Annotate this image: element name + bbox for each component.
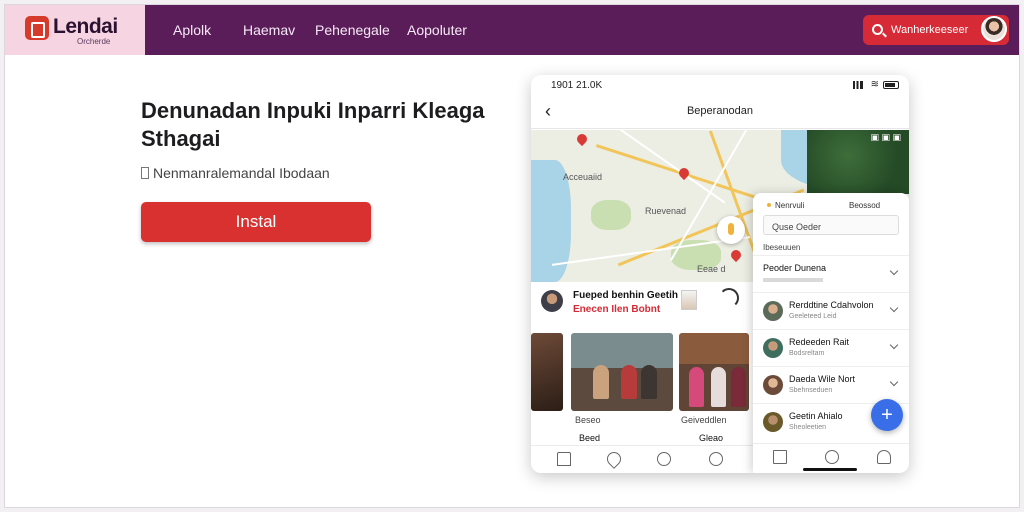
panel-section-label: Ibeseuuen — [763, 243, 801, 252]
panel-item-name: Daeda Wile Nort — [789, 374, 856, 384]
list-icon[interactable] — [773, 450, 787, 464]
hero-title: Denunadan Inpuki Inparri Kleaga Sthagai — [141, 98, 485, 151]
photo-tile[interactable] — [571, 333, 673, 411]
photo-person — [711, 367, 726, 407]
panel-item-meta: Sheoleetien — [789, 424, 826, 431]
photo-person — [689, 367, 704, 407]
brand-logo[interactable]: Lendai Orcherde — [5, 5, 145, 55]
home-indicator — [803, 468, 857, 471]
photo-tile[interactable] — [679, 333, 749, 411]
panel-list-item[interactable]: Redeeden Rait Bodsreltam — [753, 329, 909, 366]
photo-person — [731, 367, 746, 407]
panel-list-item[interactable]: Daeda Wile Nort Sbehnseduen — [753, 366, 909, 403]
app-header-title: Beperanodan — [686, 105, 754, 117]
map-locate-button[interactable] — [717, 216, 745, 244]
photo-caption: Beseo — [575, 415, 601, 425]
panel-search-input[interactable] — [763, 215, 899, 235]
location-icon[interactable] — [604, 449, 624, 469]
add-place-button[interactable]: + — [871, 399, 903, 431]
feed-row-preview: Beed Gleao — [539, 433, 749, 445]
panel-header-left[interactable]: Nenrvuli — [767, 201, 804, 210]
post-author: Fueped benhin Geetih — [573, 290, 679, 301]
brand-subtitle: Orcherde — [77, 37, 111, 46]
map-park — [591, 200, 631, 230]
hero-subtitle: Nenmanralemandal Ibodaan — [141, 165, 330, 181]
panel-item-name: Peoder Dunena — [763, 263, 827, 273]
post-card[interactable]: Fueped benhin Geetih Enecen Ilen Bobnt — [531, 282, 751, 332]
post-link[interactable]: Enecen Ilen Bobnt — [573, 304, 660, 315]
panel-item-meta — [763, 278, 823, 282]
feed-row-label: Gleao — [699, 433, 724, 443]
user-avatar[interactable] — [981, 16, 1007, 42]
map-tools-icon[interactable]: ▣ ▣ ▣ — [870, 132, 901, 143]
refresh-icon[interactable] — [719, 288, 739, 308]
logo-mark-icon — [25, 16, 49, 40]
panel-item-avatar — [763, 301, 783, 321]
nav-link-3[interactable]: Pehenegale — [315, 22, 390, 38]
install-button[interactable]: Instal — [141, 202, 371, 242]
wifi-icon: ≋ — [870, 79, 879, 90]
chevron-down-icon[interactable] — [889, 303, 899, 313]
map-pin-icon[interactable] — [574, 131, 590, 147]
chevron-down-icon[interactable] — [889, 377, 899, 387]
hero-subtitle-text: Nenmanralemandal Ibodaan — [153, 165, 330, 181]
panel-item-name: Rerddtine Cdahvolon — [789, 300, 874, 310]
photo-person — [621, 365, 637, 399]
map-label: Acceuaiid — [563, 172, 603, 182]
status-time: 1901 21.0K — [551, 80, 603, 91]
search-icon — [872, 24, 883, 35]
nav-link-4[interactable]: Aopoluter — [407, 22, 467, 38]
panel-bottom-nav — [753, 443, 909, 473]
top-navigation-bar: Lendai Orcherde Aplolk Haemav Pehenegale… — [5, 5, 1019, 55]
nav-link-1[interactable]: Aplolk — [173, 22, 211, 38]
map-label: Eeae d — [697, 264, 726, 274]
panel-list-item[interactable]: Rerddtine Cdahvolon Geeleteed Leid — [753, 292, 909, 329]
panel-item-avatar — [763, 338, 783, 358]
panel-item-avatar — [763, 375, 783, 395]
battery-icon — [883, 81, 899, 89]
panel-item-name: Redeeden Rait — [789, 337, 850, 347]
phone-status-bar: 1901 21.0K ≋ — [531, 75, 909, 95]
clock-icon[interactable] — [709, 452, 723, 466]
panel-item-meta: Bodsreltam — [789, 350, 825, 357]
panel-item-avatar — [763, 412, 783, 432]
panel-item-meta: Sbehnseduen — [789, 387, 833, 394]
profile-icon[interactable] — [657, 452, 671, 466]
photo-person — [641, 365, 657, 399]
panel-item-name: Geetin Ahialo — [789, 411, 843, 421]
play-icon[interactable] — [825, 450, 839, 464]
document-icon — [141, 167, 149, 179]
nav-link-2[interactable]: Haemav — [243, 22, 295, 38]
chevron-down-icon[interactable] — [889, 266, 899, 276]
browser-viewport: Lendai Orcherde Aplolk Haemav Pehenegale… — [4, 4, 1020, 508]
brand-name: Lendai — [53, 15, 118, 38]
app-header: ‹ Beperanodan — [531, 95, 909, 129]
search-label: Wanherkeeseer — [891, 24, 969, 36]
photo-caption: Geiveddlen — [681, 415, 727, 425]
panel-header-right[interactable]: Beossod — [849, 201, 880, 210]
map-street — [576, 130, 726, 204]
photo-person — [593, 365, 609, 399]
signal-icon — [853, 81, 863, 89]
post-avatar — [541, 290, 563, 312]
places-side-panel: Nenrvuli Beossod Ibeseuuen Peoder Dunena… — [753, 193, 909, 473]
post-thumbnail — [681, 290, 697, 310]
photo-tile[interactable] — [531, 333, 563, 411]
home-icon[interactable] — [557, 452, 571, 466]
panel-item-meta: Geeleteed Leid — [789, 313, 837, 320]
panel-list-item[interactable]: Peoder Dunena — [753, 255, 909, 292]
map-label: Ruevenad — [645, 206, 687, 216]
account-icon[interactable] — [877, 450, 891, 464]
feed-row-label: Beed — [579, 433, 601, 443]
chevron-down-icon[interactable] — [889, 340, 899, 350]
map-pin-icon[interactable] — [728, 247, 744, 263]
phone-mockup: 1901 21.0K ≋ ‹ Beperanodan Acceuaiid Rue… — [531, 75, 909, 473]
